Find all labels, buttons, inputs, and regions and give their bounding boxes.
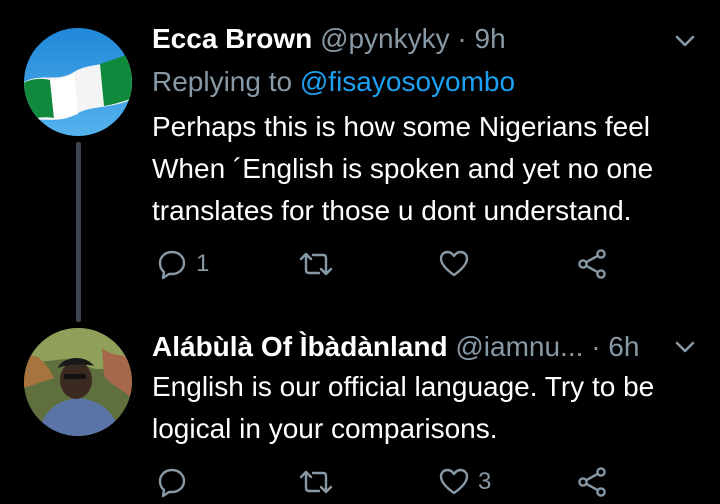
tweet[interactable]: Ecca Brown @pynkyky · 9h Replying to @fi… xyxy=(0,0,720,322)
nigeria-flag-avatar-image xyxy=(24,28,132,136)
share-icon xyxy=(578,249,606,279)
display-name[interactable]: Ecca Brown xyxy=(152,23,312,54)
retweet-button[interactable] xyxy=(298,462,342,502)
tweet-text: Perhaps this is how some Nigerians feel … xyxy=(152,106,712,232)
tweet-text: English is our official language. Try to… xyxy=(152,366,712,450)
reply-button[interactable] xyxy=(156,462,196,502)
replying-to: Replying to @fisayosoyombo xyxy=(152,62,515,102)
tweet-text-line: Perhaps this is how some Nigerians feel xyxy=(152,111,651,142)
tweet-text-line: When ´English is spoken and yet no one xyxy=(152,153,654,184)
profile-photo-image xyxy=(24,328,132,436)
replying-to-label: Replying to xyxy=(152,66,293,97)
avatar[interactable] xyxy=(24,28,132,136)
retweet-icon xyxy=(299,252,333,276)
tweet-actions: 1 xyxy=(152,244,652,284)
like-button[interactable] xyxy=(438,244,478,284)
tweet-header: Alábùlà Of Ìbàdànland @iamnu... · 6h xyxy=(152,328,680,366)
share-button[interactable] xyxy=(576,462,608,502)
retweet-button[interactable] xyxy=(298,244,342,284)
user-handle[interactable]: @pynkyky xyxy=(320,23,450,54)
avatar[interactable] xyxy=(24,328,132,436)
chevron-down-icon[interactable] xyxy=(668,330,702,364)
like-count: 3 xyxy=(478,468,492,495)
replying-to-link[interactable]: @fisayosoyombo xyxy=(300,66,515,97)
tweet[interactable]: Alábùlà Of Ìbàdànland @iamnu... · 6h Eng… xyxy=(0,318,720,504)
retweet-icon xyxy=(299,470,333,494)
tweet-text-line: English is our official language. Try to… xyxy=(152,371,655,402)
reply-icon xyxy=(158,250,186,280)
timestamp[interactable]: 9h xyxy=(475,23,506,54)
share-button[interactable] xyxy=(576,244,608,284)
thread-connector-line xyxy=(76,142,81,322)
like-button[interactable]: 3 xyxy=(438,462,491,502)
tweet-text-line: logical in your comparisons. xyxy=(152,413,498,444)
tweet-text-line: translates for those u dont understand. xyxy=(152,195,632,226)
separator-dot: · xyxy=(591,331,601,362)
tweet-actions: 3 xyxy=(152,462,652,502)
display-name[interactable]: Alábùlà Of Ìbàdànland xyxy=(152,331,448,362)
reply-icon xyxy=(158,468,186,498)
timestamp[interactable]: 6h xyxy=(608,331,639,362)
tweet-header: Ecca Brown @pynkyky · 9h xyxy=(152,20,680,58)
like-icon xyxy=(439,468,469,495)
separator-dot: · xyxy=(457,23,467,54)
share-icon xyxy=(578,467,606,497)
user-handle[interactable]: @iamnu... xyxy=(455,331,583,362)
reply-count: 1 xyxy=(196,250,210,277)
reply-button[interactable]: 1 xyxy=(156,244,209,284)
like-icon xyxy=(439,250,469,277)
chevron-down-icon[interactable] xyxy=(668,24,702,58)
